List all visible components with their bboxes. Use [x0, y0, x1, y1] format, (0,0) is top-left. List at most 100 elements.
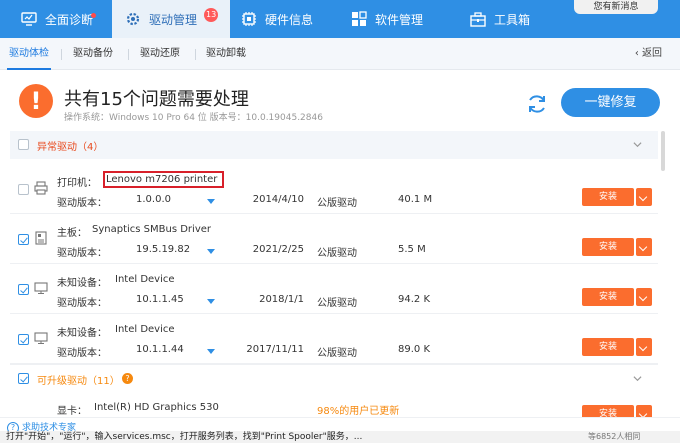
- category-upgradable-drivers[interactable]: 可升级驱动（11） ?: [10, 364, 658, 392]
- device-type: 主板：: [57, 228, 87, 239]
- device-type: 未知设备：: [57, 328, 107, 339]
- row-checkbox[interactable]: [18, 334, 29, 345]
- version-dropdown-icon[interactable]: [207, 299, 215, 304]
- driver-size: 94.2 K: [398, 294, 431, 305]
- driver-version: 19.5.19.82: [136, 244, 191, 255]
- chip-icon: [240, 10, 258, 28]
- chevron-left-icon: ‹: [634, 48, 642, 59]
- back-label: 返回: [642, 48, 662, 59]
- subtab-driver-check[interactable]: 驱动体检: [7, 38, 51, 70]
- device-type: 打印机：: [57, 178, 97, 189]
- board-icon: [35, 231, 47, 245]
- scrollbar[interactable]: [661, 131, 665, 171]
- tab-driver-management[interactable]: 驱动管理 13: [112, 0, 230, 38]
- device-name: Intel(R) HD Graphics 530: [94, 402, 219, 413]
- driver-date: 2014/4/10: [252, 194, 304, 205]
- toolbox-icon: [469, 10, 487, 28]
- driver-date: 2021/2/25: [252, 244, 304, 255]
- install-options-dropdown[interactable]: [636, 238, 652, 256]
- row-checkbox[interactable]: [18, 284, 29, 295]
- driver-row: 未知设备： Intel Device 驱动版本： 10.1.1.45 2018/…: [10, 264, 658, 314]
- background-instruction-text: 打开"开始"，"运行"，输入services.msc，打开服务列表，找到"Pri…: [0, 431, 680, 443]
- back-button[interactable]: ‹ 返回: [635, 38, 662, 70]
- driver-version: 1.0.0.0: [136, 194, 171, 205]
- category-label: 可升级驱动（11）: [37, 376, 120, 387]
- sub-nav: 驱动体检 驱动备份 驱动还原 驱动卸载 ‹ 返回: [0, 38, 680, 70]
- subtab-driver-restore[interactable]: 驱动还原: [140, 38, 180, 70]
- install-button[interactable]: 安装: [582, 288, 634, 306]
- update-count-badge: 13: [204, 8, 219, 22]
- install-options-dropdown[interactable]: [636, 288, 652, 306]
- driver-version: 10.1.1.44: [136, 344, 184, 355]
- driver-size: 40.1 M: [398, 194, 433, 205]
- category-abnormal-drivers[interactable]: 异常驱动（4）: [10, 131, 658, 159]
- monitor-icon: [34, 282, 48, 294]
- warning-icon: !: [19, 84, 53, 118]
- driver-size: 5.5 M: [398, 244, 426, 255]
- driver-source: 公版驱动: [317, 248, 357, 259]
- tab-label: 驱动管理: [149, 12, 198, 27]
- version-label: 驱动版本：: [57, 198, 107, 209]
- tab-label: 软件管理: [375, 12, 424, 27]
- printer-icon: [34, 181, 48, 195]
- chevron-down-icon[interactable]: [633, 374, 642, 383]
- device-name: Intel Device: [115, 324, 175, 335]
- tab-full-diagnosis[interactable]: 全面诊断: [20, 0, 112, 38]
- category-label: 异常驱动（4）: [37, 142, 104, 153]
- monitor-icon: [20, 10, 38, 28]
- similar-users-count: 等6852人相同: [588, 432, 641, 441]
- install-options-dropdown[interactable]: [636, 338, 652, 356]
- tab-software-management[interactable]: 软件管理: [350, 0, 442, 38]
- gear-icon: [124, 10, 142, 28]
- one-click-fix-button[interactable]: 一键修复: [561, 88, 660, 117]
- monitor-icon: [34, 332, 48, 344]
- grid-icon: [350, 10, 368, 28]
- install-button[interactable]: 安装: [582, 238, 634, 256]
- category-checkbox[interactable]: [18, 139, 29, 150]
- divider: [128, 49, 129, 60]
- top-nav: 全面诊断 驱动管理 13 硬件信息 软件管理 工具箱 您有新消息: [0, 0, 680, 38]
- page-title: 共有15个问题需要处理: [64, 89, 249, 110]
- category-checkbox[interactable]: [18, 373, 29, 384]
- install-button[interactable]: 安装: [582, 188, 634, 206]
- device-name: Synaptics SMBus Driver: [92, 224, 211, 235]
- version-dropdown-icon[interactable]: [207, 249, 215, 254]
- version-label: 驱动版本：: [57, 248, 107, 259]
- system-info: 操作系统：Windows 10 Pro 64 位 版本号：10.0.19045.…: [64, 113, 323, 123]
- row-checkbox[interactable]: [18, 184, 29, 195]
- install-options-dropdown[interactable]: [636, 188, 652, 206]
- driver-source: 公版驱动: [317, 348, 357, 359]
- tab-label: 硬件信息: [265, 12, 314, 27]
- tab-label: 全面诊断: [45, 12, 94, 27]
- version-label: 驱动版本：: [57, 298, 107, 309]
- version-dropdown-icon[interactable]: [207, 349, 215, 354]
- info-icon[interactable]: ?: [122, 373, 133, 384]
- driver-date: 2018/1/1: [259, 294, 304, 305]
- tab-toolbox[interactable]: 工具箱: [469, 0, 549, 38]
- divider: [61, 49, 62, 60]
- tab-label: 工具箱: [494, 12, 531, 27]
- version-dropdown-icon[interactable]: [207, 199, 215, 204]
- install-button[interactable]: 安装: [582, 338, 634, 356]
- notification-dot: [91, 13, 96, 18]
- highlight-box: [103, 171, 224, 188]
- driver-manager-window: 全面诊断 驱动管理 13 硬件信息 软件管理 工具箱 您有新消息 驱动体检 驱动…: [0, 0, 680, 443]
- tab-hardware-info[interactable]: 硬件信息: [240, 0, 332, 38]
- driver-row: 未知设备： Intel Device 驱动版本： 10.1.1.44 2017/…: [10, 314, 658, 364]
- divider: [195, 49, 196, 60]
- driver-date: 2017/11/11: [246, 344, 304, 355]
- row-checkbox[interactable]: [18, 234, 29, 245]
- driver-row: 主板： Synaptics SMBus Driver 驱动版本： 19.5.19…: [10, 214, 658, 264]
- chevron-down-icon[interactable]: [633, 140, 642, 149]
- new-message-button[interactable]: 您有新消息: [574, 0, 658, 14]
- device-name: Intel Device: [115, 274, 175, 285]
- driver-version: 10.1.1.45: [136, 294, 184, 305]
- driver-source: 公版驱动: [317, 298, 357, 309]
- refresh-icon[interactable]: [525, 92, 549, 116]
- subtab-driver-backup[interactable]: 驱动备份: [73, 38, 113, 70]
- subtab-driver-uninstall[interactable]: 驱动卸载: [206, 38, 246, 70]
- driver-size: 89.0 K: [398, 344, 431, 355]
- driver-source: 公版驱动: [317, 198, 357, 209]
- update-note: 98%的用户已更新: [317, 406, 400, 417]
- device-type: 未知设备：: [57, 278, 107, 289]
